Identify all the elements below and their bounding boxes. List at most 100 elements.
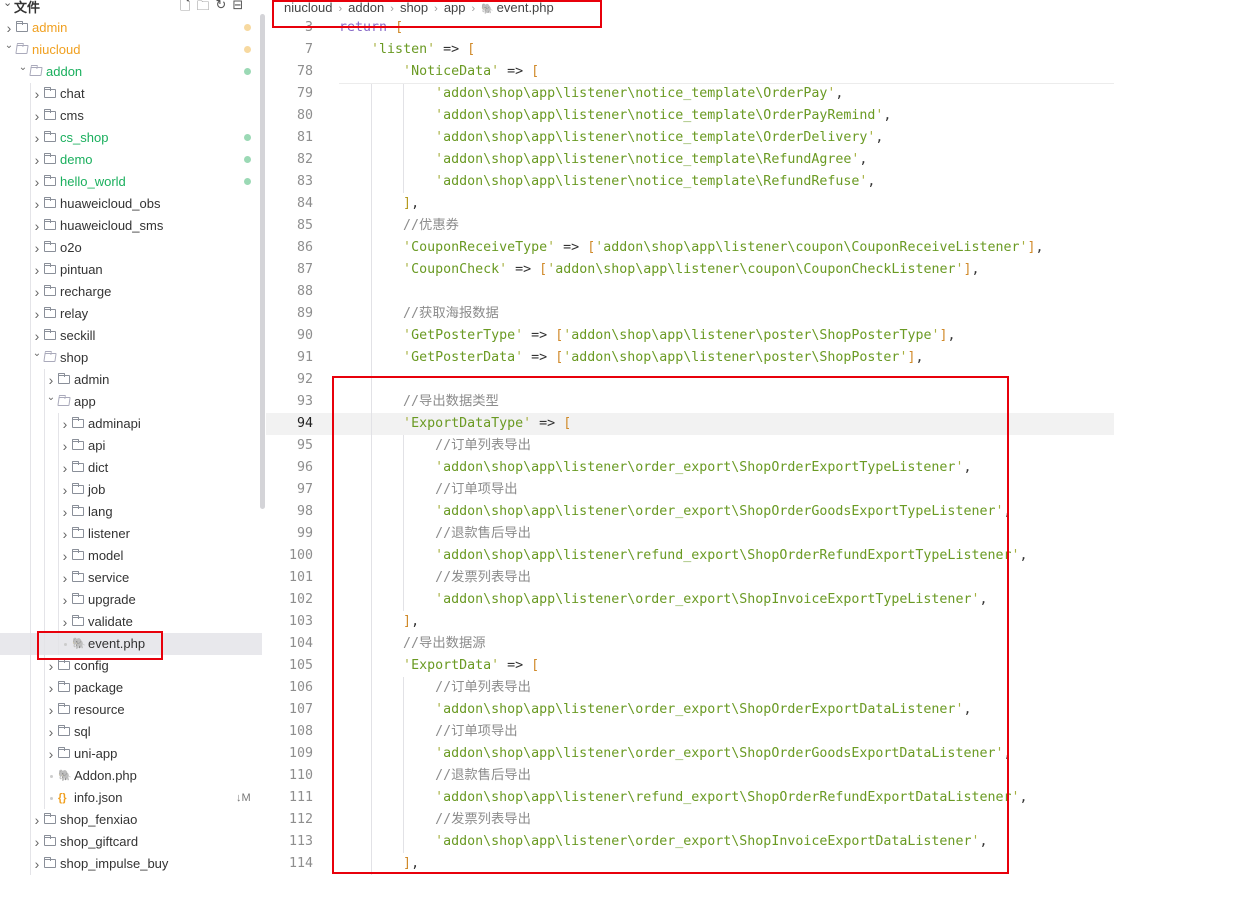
tree-item-niucloud[interactable]: ⌄ niucloud [0, 39, 262, 61]
tree-item-dict[interactable]: › dict [0, 457, 262, 479]
tree-item-listener[interactable]: › listener [0, 523, 262, 545]
chevron-right-icon[interactable]: › [32, 237, 42, 259]
chevron-down-icon[interactable]: ⌄ [18, 57, 28, 79]
line-number: 91 [296, 350, 313, 365]
code-token: ' [547, 240, 556, 255]
chevron-right-icon[interactable]: › [60, 567, 70, 589]
code-token: ] [963, 262, 972, 277]
chevron-right-icon[interactable]: › [60, 413, 70, 435]
tree-item-huaweicloud-obs[interactable]: › huaweicloud_obs [0, 193, 262, 215]
code-line[interactable]: 85 //优惠券 [266, 215, 1114, 237]
chevron-right-icon[interactable]: › [60, 611, 70, 633]
folder-icon [72, 483, 84, 494]
tree-item-uni-app[interactable]: › uni-app [0, 743, 262, 765]
tree-item-pintuan[interactable]: › pintuan [0, 259, 262, 281]
code-line[interactable]: 91 'GetPosterData' => ['addon\shop\app\l… [266, 347, 1114, 369]
code-line[interactable]: 88 [266, 281, 1114, 303]
chevron-right-icon[interactable]: › [60, 501, 70, 523]
tree-item-label: upgrade [88, 592, 136, 607]
tree-item-upgrade[interactable]: › upgrade [0, 589, 262, 611]
folder-icon [44, 197, 56, 208]
tree-item-cms[interactable]: › cms [0, 105, 262, 127]
chevron-right-icon[interactable]: › [32, 853, 42, 875]
tree-item-app[interactable]: ⌄ app [0, 391, 262, 413]
folder-icon [16, 21, 28, 32]
chevron-right-icon[interactable]: › [32, 281, 42, 303]
chevron-right-icon[interactable]: › [46, 721, 56, 743]
chevron-right-icon[interactable]: › [32, 127, 42, 149]
code-line[interactable]: 84 ], [266, 193, 1114, 215]
chevron-right-icon[interactable]: › [32, 105, 42, 127]
tree-item-hello-world[interactable]: › hello_world [0, 171, 262, 193]
chevron-right-icon[interactable]: › [32, 215, 42, 237]
chevron-right-icon[interactable]: › [32, 809, 42, 831]
chevron-right-icon[interactable]: › [60, 435, 70, 457]
tree-item-shop-fenxiao[interactable]: › shop_fenxiao [0, 809, 262, 831]
chevron-down-icon[interactable]: ⌄ [4, 35, 14, 57]
tree-item-resource[interactable]: › resource [0, 699, 262, 721]
tree-item-shop-giftcard[interactable]: › shop_giftcard [0, 831, 262, 853]
tree-item-admin[interactable]: › admin [0, 369, 262, 391]
tree-item-addon[interactable]: ⌄ addon [0, 61, 262, 83]
sticky-scroll-divider [339, 83, 1114, 84]
code-line[interactable]: 79 'addon\shop\app\listener\notice_templ… [266, 83, 1114, 105]
tree-item-model[interactable]: › model [0, 545, 262, 567]
tree-item-service[interactable]: › service [0, 567, 262, 589]
tree-item-addon-php[interactable]: 🐘 Addon.php [0, 765, 262, 787]
tree-item-sql[interactable]: › sql [0, 721, 262, 743]
code-line[interactable]: 7 'listen' => [ [266, 39, 1114, 61]
chevron-down-icon[interactable]: ⌄ [3, 0, 12, 9]
tree-item-job[interactable]: › job [0, 479, 262, 501]
folder-icon [72, 461, 84, 472]
chevron-right-icon[interactable]: › [46, 677, 56, 699]
tree-item-shop[interactable]: ⌄ shop [0, 347, 262, 369]
chevron-right-icon[interactable]: › [60, 589, 70, 611]
tree-item-relay[interactable]: › relay [0, 303, 262, 325]
chevron-right-icon[interactable]: › [32, 259, 42, 281]
code-line[interactable]: 83 'addon\shop\app\listener\notice_templ… [266, 171, 1114, 193]
tree-item-cs-shop[interactable]: › cs_shop [0, 127, 262, 149]
code-line[interactable]: 81 'addon\shop\app\listener\notice_templ… [266, 127, 1114, 149]
tree-item-huaweicloud-sms[interactable]: › huaweicloud_sms [0, 215, 262, 237]
chevron-right-icon[interactable]: › [46, 743, 56, 765]
code-line[interactable]: 87 'CouponCheck' => ['addon\shop\app\lis… [266, 259, 1114, 281]
code-text: 'addon\shop\app\listener\notice_template… [339, 149, 867, 171]
indent-guide [30, 347, 31, 369]
chevron-right-icon[interactable]: › [60, 523, 70, 545]
tree-item-recharge[interactable]: › recharge [0, 281, 262, 303]
tree-item-admin[interactable]: › admin [0, 17, 262, 39]
code-line[interactable]: 80 'addon\shop\app\listener\notice_templ… [266, 105, 1114, 127]
chevron-right-icon[interactable]: › [60, 545, 70, 567]
tree-item-label: huaweicloud_sms [60, 218, 164, 233]
chevron-right-icon[interactable]: › [32, 171, 42, 193]
tree-item-validate[interactable]: › validate [0, 611, 262, 633]
tree-item-lang[interactable]: › lang [0, 501, 262, 523]
chevron-right-icon[interactable]: › [60, 457, 70, 479]
tree-item-shop-impulse-buy[interactable]: › shop_impulse_buy [0, 853, 262, 875]
code-line[interactable]: 86 'CouponReceiveType' => ['addon\shop\a… [266, 237, 1114, 259]
chevron-right-icon[interactable]: › [32, 149, 42, 171]
tree-item-info-json[interactable]: {} info.json ↓M [0, 787, 262, 809]
code-line[interactable]: 82 'addon\shop\app\listener\notice_templ… [266, 149, 1114, 171]
tree-item-chat[interactable]: › chat [0, 83, 262, 105]
indent-guide [44, 721, 45, 743]
chevron-right-icon[interactable]: › [46, 699, 56, 721]
chevron-right-icon[interactable]: › [32, 83, 42, 105]
chevron-right-icon[interactable]: › [32, 193, 42, 215]
chevron-right-icon[interactable]: › [60, 479, 70, 501]
line-number: 100 [288, 548, 313, 563]
code-line[interactable]: 89 //获取海报数据 [266, 303, 1114, 325]
chevron-right-icon[interactable]: › [32, 831, 42, 853]
chevron-down-icon[interactable]: ⌄ [32, 343, 42, 365]
tree-item-adminapi[interactable]: › adminapi [0, 413, 262, 435]
code-line[interactable]: 78 'NoticeData' => [ [266, 61, 1114, 83]
chevron-down-icon[interactable]: ⌄ [46, 387, 56, 409]
chevron-right-icon[interactable]: › [32, 303, 42, 325]
tree-item-package[interactable]: › package [0, 677, 262, 699]
sidebar-scrollbar[interactable] [260, 14, 265, 509]
tree-item-o2o[interactable]: › o2o [0, 237, 262, 259]
tree-item-demo[interactable]: › demo [0, 149, 262, 171]
tree-item-api[interactable]: › api [0, 435, 262, 457]
code-line[interactable]: 90 'GetPosterType' => ['addon\shop\app\l… [266, 325, 1114, 347]
tree-item-label: addon [46, 64, 83, 79]
